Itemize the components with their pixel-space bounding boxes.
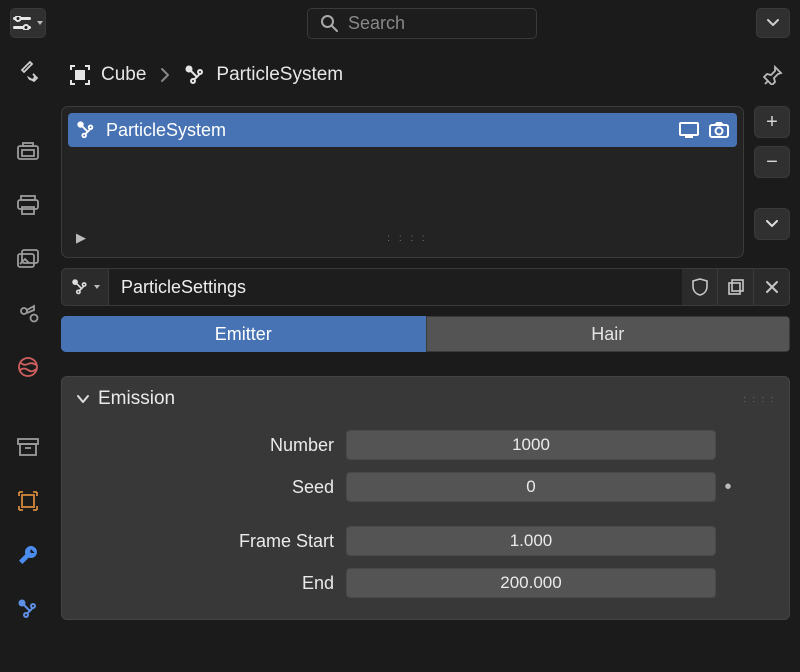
number-value: 1000 <box>512 435 550 455</box>
number-field[interactable]: 1000 <box>346 430 716 460</box>
breadcrumb-system-label: ParticleSystem <box>216 64 343 86</box>
tab-output[interactable] <box>11 188 45 222</box>
particles-icon <box>71 278 89 296</box>
search-icon <box>320 14 338 32</box>
particles-icon <box>76 120 96 140</box>
tab-tool[interactable] <box>11 54 45 88</box>
pushpin-icon <box>763 65 783 85</box>
editor-type-button[interactable] <box>10 8 46 38</box>
shield-icon <box>692 278 708 296</box>
frame-end-field[interactable]: 200.000 <box>346 568 716 598</box>
tab-scene[interactable] <box>11 296 45 330</box>
particle-system-slot[interactable]: ParticleSystem <box>68 113 737 147</box>
tab-collection[interactable] <box>11 430 45 464</box>
breadcrumb-particle-system[interactable]: ParticleSystem <box>184 64 343 86</box>
tab-emitter[interactable]: Emitter <box>61 316 426 352</box>
grip-icon[interactable]: : : : : <box>743 394 775 404</box>
screen-icon[interactable] <box>679 122 699 138</box>
printer-icon <box>17 195 39 215</box>
particles-icon <box>184 64 206 86</box>
remove-slot-button[interactable]: − <box>754 146 790 178</box>
unlink-datablock-button[interactable] <box>754 268 790 306</box>
frame-end-label: End <box>76 573 346 594</box>
emission-panel-header[interactable]: Emission : : : : <box>76 377 775 421</box>
sliders-icon <box>13 16 31 30</box>
breadcrumb-object[interactable]: Cube <box>69 64 146 86</box>
search-placeholder: Search <box>348 13 405 34</box>
object-corners-icon <box>69 64 91 86</box>
add-slot-button[interactable]: + <box>754 106 790 138</box>
camera-icon[interactable] <box>709 122 729 138</box>
tab-hair[interactable]: Hair <box>426 316 791 352</box>
datablock-name: ParticleSettings <box>121 277 246 298</box>
specials-menu-button[interactable] <box>754 208 790 240</box>
seed-label: Seed <box>76 477 346 498</box>
datablock-name-field[interactable]: ParticleSettings <box>109 268 682 306</box>
play-icon[interactable]: ▶ <box>76 230 86 246</box>
particle-system-name: ParticleSystem <box>106 120 226 141</box>
archive-icon <box>17 437 39 457</box>
tab-view-layer[interactable] <box>11 242 45 276</box>
options-popover-button[interactable] <box>756 8 790 38</box>
x-icon <box>765 280 779 294</box>
chevron-right-icon <box>160 67 170 83</box>
object-icon <box>18 491 38 511</box>
particle-system-list: ParticleSystem ▶ : : : : <box>61 106 744 258</box>
tab-emitter-label: Emitter <box>215 324 272 345</box>
tab-render[interactable] <box>11 134 45 168</box>
plus-icon: + <box>766 111 778 134</box>
grip-icon[interactable]: : : : : <box>86 233 729 244</box>
tab-hair-label: Hair <box>591 324 624 345</box>
world-icon <box>17 356 39 378</box>
emission-panel-title: Emission <box>98 388 175 410</box>
frame-start-field[interactable]: 1.000 <box>346 526 716 556</box>
animate-seed-button[interactable]: • <box>716 476 740 499</box>
camera-back-icon <box>17 142 39 160</box>
tab-modifiers[interactable] <box>11 538 45 572</box>
seed-field[interactable]: 0 <box>346 472 716 502</box>
seed-value: 0 <box>526 477 535 497</box>
duplicate-icon <box>728 279 744 295</box>
chevron-down-icon <box>76 394 90 404</box>
frame-start-value: 1.000 <box>510 531 553 551</box>
number-label: Number <box>76 435 346 456</box>
chevron-down-icon <box>766 220 778 228</box>
particle-type-tabs: Emitter Hair <box>61 316 790 352</box>
wrench-screwdriver-icon <box>17 60 39 82</box>
emission-panel: Emission : : : : Number 1000 Seed 0 • Fr… <box>61 376 790 620</box>
chevron-down-icon <box>767 19 779 27</box>
properties-tab-rail <box>0 46 55 672</box>
datablock-browse-button[interactable] <box>61 268 109 306</box>
search-input[interactable]: Search <box>307 8 537 39</box>
scene-icon <box>17 303 39 323</box>
tab-object[interactable] <box>11 484 45 518</box>
wrench-icon <box>17 544 39 566</box>
frame-start-label: Frame Start <box>76 531 346 552</box>
frame-end-value: 200.000 <box>500 573 561 593</box>
particles-icon <box>17 598 39 620</box>
tab-world[interactable] <box>11 350 45 384</box>
minus-icon: − <box>766 151 778 174</box>
pin-toggle[interactable] <box>756 58 790 92</box>
new-datablock-button[interactable] <box>718 268 754 306</box>
datapath-breadcrumb: Cube ParticleSystem <box>61 54 790 96</box>
breadcrumb-object-label: Cube <box>101 64 146 86</box>
particle-settings-datablock: ParticleSettings <box>61 268 790 306</box>
tab-particles[interactable] <box>11 592 45 626</box>
images-icon <box>17 249 39 269</box>
fake-user-button[interactable] <box>682 268 718 306</box>
